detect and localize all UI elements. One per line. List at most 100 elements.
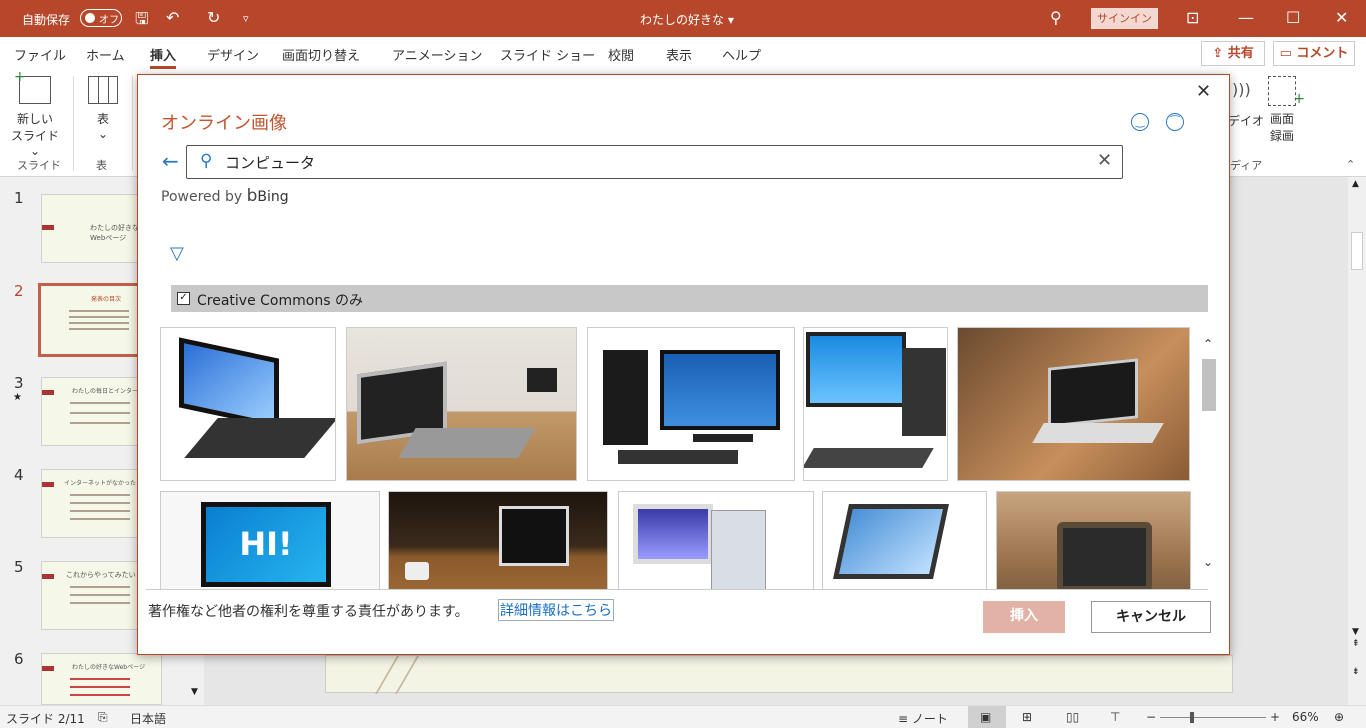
zoom-level[interactable]: 66% xyxy=(1292,710,1319,724)
slide-sorter-icon[interactable]: ⊞ xyxy=(1022,710,1032,724)
slide-number: 6 xyxy=(14,650,24,668)
zoom-in-icon[interactable]: + xyxy=(1270,710,1280,724)
editor-scrollbar[interactable]: ▲ ▼ ⇞ ⇟ xyxy=(1348,177,1366,705)
learn-more-link[interactable]: 詳細情報はこちら xyxy=(498,599,614,621)
tab-insert[interactable]: 挿入 xyxy=(150,45,177,69)
slide-number: 5 xyxy=(14,558,24,576)
tab-view[interactable]: 表示 xyxy=(666,45,692,64)
normal-view-icon[interactable]: ▣ xyxy=(980,710,991,724)
tab-file[interactable]: ファイル xyxy=(14,45,66,64)
close-window-icon[interactable]: ✕ xyxy=(1335,8,1348,27)
search-icon: ⚲ xyxy=(200,151,213,171)
online-pictures-dialog: ✕ オンライン画像 ‿ ⁀ ← ⚲ コンピュータ ✕ Powered by bB… xyxy=(137,74,1230,655)
insert-button[interactable]: 挿入 xyxy=(983,601,1065,633)
slide-number: 3 xyxy=(14,374,24,392)
clear-search-icon[interactable]: ✕ xyxy=(1097,150,1112,171)
save-icon[interactable]: 🖫 xyxy=(135,8,149,35)
results-scrollbar[interactable]: ⌃ ⌄ xyxy=(1200,323,1218,589)
image-result-desktop-2[interactable] xyxy=(803,327,948,481)
document-title[interactable]: わたしの好きな ▾ xyxy=(640,11,734,28)
smile-feedback-icon[interactable]: ‿ xyxy=(1131,113,1149,131)
tab-review[interactable]: 校閲 xyxy=(608,45,634,64)
filter-icon[interactable]: ▽ xyxy=(170,243,184,264)
cc-checkbox[interactable]: ✓ xyxy=(177,292,190,305)
new-slide-button[interactable]: + 新しい スライド ⌄ xyxy=(10,69,60,158)
screen-record-icon: + xyxy=(1268,76,1305,107)
share-icon: ⇪ xyxy=(1212,46,1224,61)
cc-filter-label: Creative Commons のみ xyxy=(197,293,363,309)
slide-canvas[interactable] xyxy=(325,655,1233,694)
search-box[interactable]: ⚲ コンピュータ ✕ xyxy=(186,145,1123,179)
image-result-laptop-3[interactable] xyxy=(957,327,1190,481)
ribbon-tabs: ファイル ホーム 挿入 デザイン 画面切り替え アニメーション スライド ショー… xyxy=(0,37,1366,70)
image-result-old-tv[interactable] xyxy=(996,491,1191,589)
cancel-button[interactable]: キャンセル xyxy=(1091,601,1211,633)
title-bar: 自動保存 オフ 🖫 ↶ ↻ ▿ わたしの好きな ▾ ⚲ サインイン ⊡ — ☐ … xyxy=(0,0,1366,37)
image-result-laptop-5[interactable] xyxy=(822,491,987,589)
audio-icon: ))) xyxy=(1232,80,1251,99)
tab-help[interactable]: ヘルプ xyxy=(722,45,761,64)
undo-icon[interactable]: ↶ xyxy=(166,8,179,27)
image-result-laptop-2[interactable] xyxy=(346,327,577,481)
dialog-title: オンライン画像 xyxy=(161,113,287,134)
tab-slideshow[interactable]: スライド ショー xyxy=(500,45,595,64)
tab-transitions[interactable]: 画面切り替え xyxy=(282,45,360,64)
customize-qat-icon[interactable]: ▿ xyxy=(243,12,249,25)
scroll-down-icon[interactable]: ⌄ xyxy=(1203,555,1213,569)
scroll-thumb[interactable] xyxy=(1202,359,1216,411)
status-bar: スライド 2/11 ⎘ 日本語 ≡ ノート ▣ ⊞ ▯▯ ⊤ − + 66% ⊕ xyxy=(0,705,1366,728)
language-indicator[interactable]: 日本語 xyxy=(130,710,166,727)
search-input[interactable]: コンピュータ xyxy=(225,152,315,173)
table-button[interactable]: 表 ⌄ xyxy=(85,76,121,141)
slide-number: 1 xyxy=(14,189,24,207)
image-results-grid: HI! xyxy=(158,325,1198,589)
maximize-icon[interactable]: ☐ xyxy=(1286,8,1300,27)
ribbon-display-icon[interactable]: ⊡ xyxy=(1186,8,1199,27)
copyright-notice: 著作権など他者の権利を尊重する責任があります。 xyxy=(148,604,469,620)
image-result-laptop-4[interactable] xyxy=(388,491,608,589)
redo-icon[interactable]: ↻ xyxy=(207,8,220,27)
search-icon[interactable]: ⚲ xyxy=(1050,8,1062,27)
tab-home[interactable]: ホーム xyxy=(86,45,125,64)
share-button[interactable]: ⇪ 共有 xyxy=(1201,41,1265,66)
new-slide-icon: + xyxy=(14,69,51,104)
autosave-toggle[interactable]: オフ xyxy=(80,9,122,27)
slideshow-icon[interactable]: ⊤ xyxy=(1110,710,1120,724)
reading-view-icon[interactable]: ▯▯ xyxy=(1066,710,1079,724)
tab-design[interactable]: デザイン xyxy=(207,45,259,64)
slide-number: 4 xyxy=(14,466,24,484)
group-label-slides: スライド xyxy=(17,159,61,172)
minimize-icon[interactable]: — xyxy=(1238,8,1254,27)
creative-commons-filter[interactable]: ✓ Creative Commons のみ xyxy=(171,285,1208,312)
frown-feedback-icon[interactable]: ⁀ xyxy=(1166,113,1184,131)
fit-to-window-icon[interactable]: ⊕ xyxy=(1334,710,1344,724)
zoom-out-icon[interactable]: − xyxy=(1146,710,1156,724)
slide-counter: スライド 2/11 xyxy=(6,712,85,726)
scroll-up-icon[interactable]: ⌃ xyxy=(1203,337,1213,351)
powered-by-bing: Powered by bBing xyxy=(161,186,289,206)
dialog-close-icon[interactable]: ✕ xyxy=(1196,81,1211,102)
comment-button[interactable]: ▭ コメント xyxy=(1273,41,1355,66)
video-button[interactable]: デイオ xyxy=(1228,112,1264,129)
screen-record-button[interactable]: + 画面 録画 xyxy=(1262,76,1305,144)
zoom-slider-thumb[interactable] xyxy=(1190,712,1194,723)
bing-logo-icon: b xyxy=(246,186,258,206)
comment-icon: ▭ xyxy=(1279,46,1292,61)
group-label-media: ディア xyxy=(1230,159,1263,172)
image-result-desktop-3[interactable] xyxy=(618,491,814,589)
back-arrow-icon[interactable]: ← xyxy=(162,149,179,173)
image-result-monitor-hi[interactable]: HI! xyxy=(160,491,380,589)
notes-button[interactable]: ≡ ノート xyxy=(898,710,948,727)
slide-thumbnail-6[interactable]: わたしの好きなWebページ xyxy=(41,653,162,705)
image-result-desktop-1[interactable] xyxy=(587,327,795,481)
group-label-table: 表 xyxy=(96,159,107,172)
slide-number: 2 xyxy=(14,282,24,300)
collapse-ribbon-icon[interactable]: ⌃ xyxy=(1346,158,1355,171)
autosave-label: 自動保存 xyxy=(22,13,71,27)
signin-button[interactable]: サインイン xyxy=(1091,8,1158,29)
tab-animations[interactable]: アニメーション xyxy=(392,45,482,64)
image-result-laptop-1[interactable] xyxy=(160,327,336,481)
accessibility-icon[interactable]: ⎘ xyxy=(98,710,108,725)
zoom-slider[interactable] xyxy=(1160,717,1266,718)
animation-star-icon: ★ xyxy=(13,392,22,403)
